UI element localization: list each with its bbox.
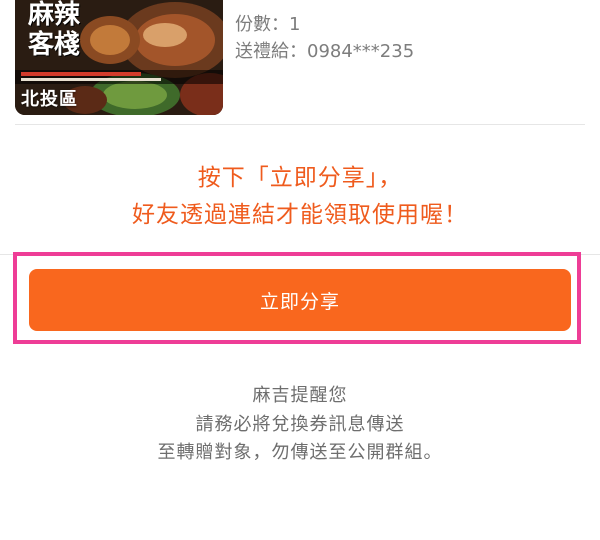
reminder-line: 請務必將兌換券訊息傳送 [195, 414, 405, 435]
product-thumbnail: 麻辣客棧 北投區 [15, 0, 223, 115]
region-tag: 北投區 [21, 89, 78, 110]
share-now-button[interactable]: 立即分享 [29, 269, 571, 331]
restaurant-logo: 麻辣客棧 [27, 0, 80, 60]
divider [15, 124, 585, 125]
reminder-line: 至轉贈對象，勿傳送至公開群組。 [157, 442, 443, 463]
share-notice-line1: 按下「立即分享」， [197, 165, 403, 191]
share-notice-line2: 好友透過連結才能領取使用喔！ [132, 202, 468, 228]
reminder-title: 麻吉提醒您 [252, 385, 348, 406]
recipient-text: 送禮給：0984***235 [235, 41, 415, 62]
quantity-text: 份數：1 [235, 14, 301, 35]
